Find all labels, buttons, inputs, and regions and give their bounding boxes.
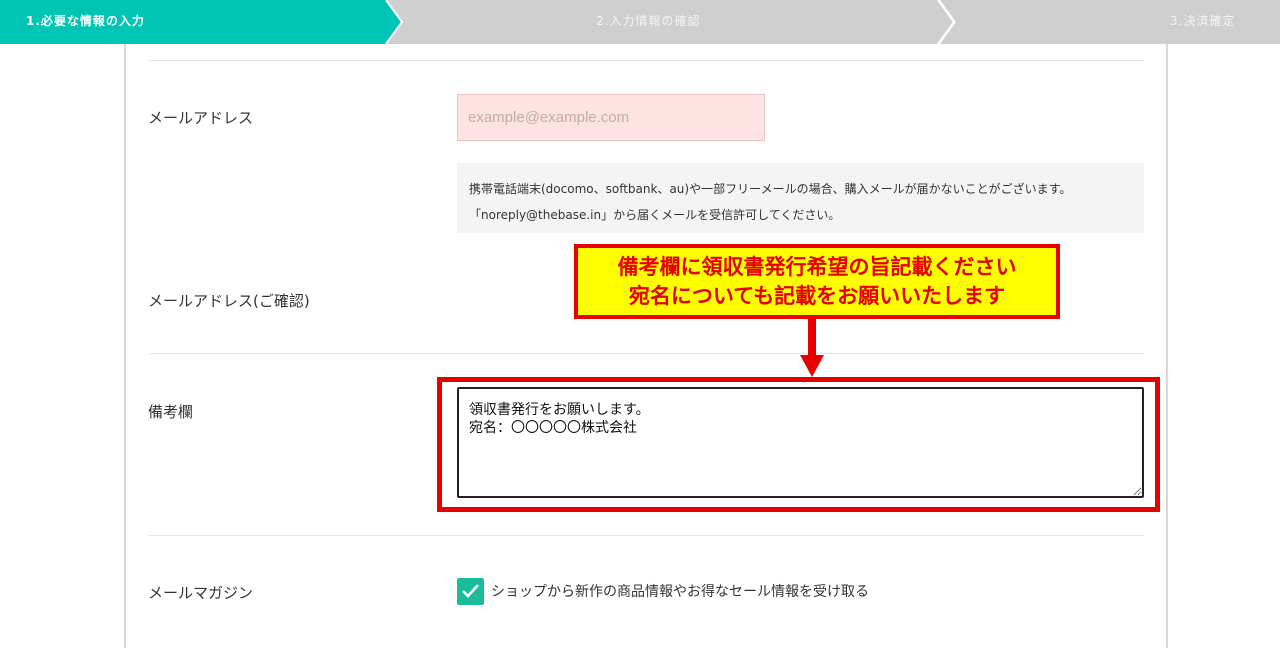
email-notice-line1: 携帯電話端末(docomo、softbank、au)や一部フリーメールの場合、購… [469,182,1072,196]
annotation-arrow [808,319,816,357]
memo-textarea[interactable] [457,387,1144,498]
step-1-label: 1.必要な情報の入力 [26,14,145,28]
divider-memo [148,535,1144,536]
step-3-label: 3.決済確定 [1170,14,1236,28]
newsletter-option-label[interactable]: ショップから新作の商品情報やお得なセール情報を受け取る [491,581,869,601]
newsletter-label: メールマガジン [148,584,254,602]
email-label: メールアドレス [148,109,254,127]
email-input[interactable] [457,94,765,141]
checkout-steps: 1.必要な情報の入力 2.入力情報の確認 3.決済確定 [0,0,1280,44]
email-confirm-label: メールアドレス(ご確認) [148,292,310,310]
checkmark-icon [462,584,479,598]
divider-top [148,60,1144,61]
annotation-callout: 備考欄に領収書発行希望の旨記載ください 宛名についても記載をお願いいたします [574,244,1060,319]
email-notice-line2: 「noreply@thebase.in」から届くメールを受信許可してください。 [469,208,841,222]
callout-line2: 宛名についても記載をお願いいたします [628,284,1006,308]
annotation-arrow-head [800,355,824,377]
memo-label: 備考欄 [148,403,194,421]
step-2-label: 2.入力情報の確認 [596,14,701,28]
callout-line1: 備考欄に領収書発行希望の旨記載ください [617,255,1017,279]
email-notice: 携帯電話端末(docomo、softbank、au)や一部フリーメールの場合、購… [457,163,1144,233]
divider-email [148,353,1144,354]
newsletter-checkbox[interactable] [457,578,484,605]
